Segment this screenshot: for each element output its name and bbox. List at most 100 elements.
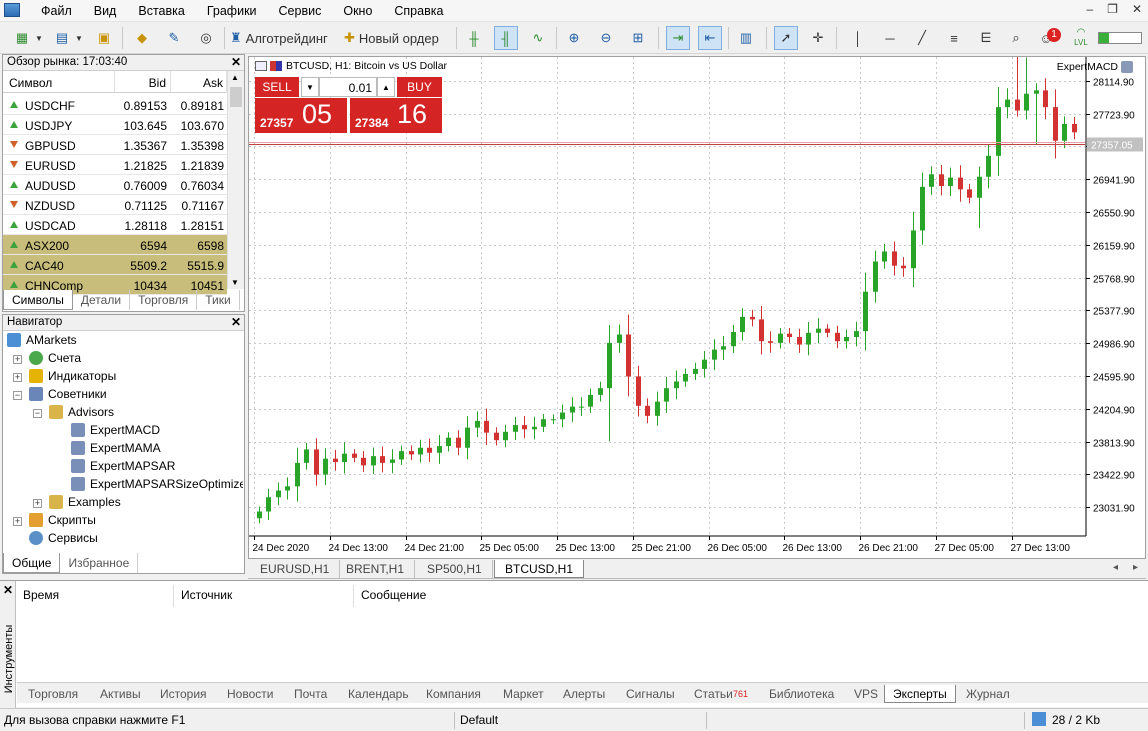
close-icon[interactable]: ✕	[231, 315, 241, 329]
column-time[interactable]: Время	[23, 588, 59, 602]
tab-alerts[interactable]: Алерты	[563, 685, 605, 703]
market-watch-row[interactable]: AUDUSD 0.76009 0.76034	[3, 175, 227, 195]
tab-articles[interactable]: Статьи	[694, 685, 733, 703]
scroll-down-icon[interactable]: ▼	[231, 278, 239, 287]
nav-accounts[interactable]: Счета	[29, 351, 81, 365]
tab-journal[interactable]: Журнал	[966, 685, 1010, 703]
market-watch-row[interactable]: USDCHF 0.89153 0.89181	[3, 95, 227, 115]
expand-icon[interactable]: +	[13, 517, 22, 526]
tab-scroll-right-icon[interactable]: ▸	[1133, 562, 1138, 573]
nav-expert-mama[interactable]: ExpertMAMA	[71, 441, 161, 455]
collapse-icon[interactable]: −	[13, 391, 22, 400]
editor-icon[interactable]: ✎	[162, 26, 186, 50]
buy-button[interactable]: BUY	[397, 77, 442, 97]
tab-favorites[interactable]: Избранное	[60, 553, 139, 573]
column-source[interactable]: Источник	[181, 588, 232, 602]
nav-expert-macd[interactable]: ExpertMACD	[71, 423, 160, 437]
nav-root[interactable]: AMarkets	[7, 333, 77, 347]
nav-expert-mapsar-size[interactable]: ExpertMAPSARSizeOptimized	[71, 477, 243, 491]
autoscroll-icon[interactable]: ⇥	[666, 26, 690, 50]
nav-expert-mapsar[interactable]: ExpertMAPSAR	[71, 459, 175, 473]
volume-up-icon[interactable]: ▲	[377, 77, 395, 97]
trend-line-icon[interactable]: ╱	[910, 26, 934, 50]
nav-indicators[interactable]: Индикаторы	[29, 369, 116, 383]
tab-scroll-left-icon[interactable]: ◂	[1113, 562, 1118, 573]
search-icon[interactable]: ⌕	[1004, 26, 1028, 50]
market-watch-row[interactable]: ASX200 6594 6598	[3, 235, 227, 255]
tile-windows-icon[interactable]: ⊞	[626, 26, 650, 50]
lvl-button[interactable]: ◠ LVL	[1068, 26, 1094, 50]
expert-icon[interactable]	[1121, 61, 1133, 73]
menu-charts[interactable]: Графики	[196, 0, 268, 22]
column-bid[interactable]: Bid	[115, 71, 171, 93]
new-order-button[interactable]: ✚ Новый ордер	[344, 26, 450, 50]
chevron-down-icon[interactable]: ▼	[34, 26, 44, 50]
volume-input[interactable]: 0.01	[319, 77, 377, 97]
tab-history[interactable]: История	[160, 685, 207, 703]
chart-menu-icon[interactable]	[255, 61, 267, 71]
menu-insert[interactable]: Вставка	[127, 0, 195, 22]
close-icon[interactable]: ✕	[3, 583, 13, 597]
tab-signals[interactable]: Сигналы	[626, 685, 675, 703]
scrollbar[interactable]: ▲ ▼	[227, 71, 244, 289]
market-icon[interactable]: ◆	[130, 26, 154, 50]
tab-assets[interactable]: Активы	[100, 685, 141, 703]
menu-tools[interactable]: Сервис	[268, 0, 333, 22]
fibo-icon[interactable]: ≡	[942, 26, 966, 50]
market-watch-row[interactable]: EURUSD 1.21825 1.21839	[3, 155, 227, 175]
close-icon[interactable]: ✕	[231, 55, 241, 69]
menu-file[interactable]: Файл	[30, 0, 83, 22]
zoom-in-icon[interactable]: ⊕	[562, 26, 586, 50]
data-window-icon[interactable]: ▣	[92, 26, 116, 50]
market-watch-row[interactable]: NZDUSD 0.71125 0.71167	[3, 195, 227, 215]
tab-company[interactable]: Компания	[426, 685, 481, 703]
chart-tab[interactable]: BRENT,H1	[336, 560, 416, 578]
cursor-icon[interactable]: ➚	[774, 26, 798, 50]
status-profile[interactable]: Default	[460, 713, 498, 727]
tab-market[interactable]: Маркет	[503, 685, 544, 703]
market-watch-row[interactable]: GBPUSD 1.35367 1.35398	[3, 135, 227, 155]
chart-window[interactable]: 28114.9027723.9027332.9026941.9026550.90…	[248, 56, 1146, 559]
column-symbol[interactable]: Символ	[3, 71, 115, 93]
tab-library[interactable]: Библиотека	[769, 685, 834, 703]
menu-help[interactable]: Справка	[383, 0, 454, 22]
column-ask[interactable]: Ask	[171, 71, 227, 93]
expand-icon[interactable]: +	[33, 499, 42, 508]
zoom-out-icon[interactable]: ⊖	[594, 26, 618, 50]
tab-vps[interactable]: VPS	[854, 685, 878, 703]
vertical-line-icon[interactable]: │	[846, 26, 870, 50]
scroll-thumb[interactable]	[230, 87, 242, 107]
candlestick-icon[interactable]: ╢	[494, 26, 518, 50]
market-watch-row[interactable]: CAC40 5509.2 5515.9	[3, 255, 227, 275]
signals-icon[interactable]: ◎	[194, 26, 218, 50]
chart-tab[interactable]: EURUSD,H1	[250, 560, 341, 578]
chevron-down-icon[interactable]: ▼	[74, 26, 84, 50]
algotrading-button[interactable]: ♜ Алготрейдинг	[230, 26, 338, 50]
nav-examples[interactable]: Examples	[49, 495, 121, 509]
nav-advisors-folder[interactable]: Advisors	[49, 405, 114, 419]
menu-window[interactable]: Окно	[332, 0, 383, 22]
volume-down-icon[interactable]: ▼	[301, 77, 319, 97]
tab-experts[interactable]: Эксперты	[884, 685, 956, 703]
chart-shift-icon[interactable]: ⇤	[698, 26, 722, 50]
scroll-up-icon[interactable]: ▲	[231, 73, 239, 82]
tab-trading[interactable]: Торговля	[130, 290, 198, 310]
close-icon[interactable]: ✕	[1132, 2, 1142, 16]
new-chart-icon[interactable]: ▦	[10, 26, 34, 50]
sell-button[interactable]: SELL	[255, 77, 299, 97]
menu-view[interactable]: Вид	[83, 0, 128, 22]
tab-news[interactable]: Новости	[227, 685, 273, 703]
chart-tab-active[interactable]: BTCUSD,H1	[494, 560, 585, 578]
column-message[interactable]: Сообщение	[361, 588, 426, 602]
buy-price-button[interactable]: 27384 16	[350, 98, 442, 133]
nav-services[interactable]: Сервисы	[29, 531, 98, 545]
nav-scripts[interactable]: Скрипты	[29, 513, 96, 527]
sell-price-button[interactable]: 27357 05	[255, 98, 347, 133]
restore-icon[interactable]: ❐	[1107, 2, 1118, 16]
tab-calendar[interactable]: Календарь	[348, 685, 409, 703]
expand-icon[interactable]: +	[13, 355, 22, 364]
tab-mail[interactable]: Почта	[294, 685, 327, 703]
bar-chart-icon[interactable]: ╫	[462, 26, 486, 50]
crosshair-icon[interactable]: ✛	[806, 26, 830, 50]
minimize-icon[interactable]: –	[1086, 2, 1093, 16]
